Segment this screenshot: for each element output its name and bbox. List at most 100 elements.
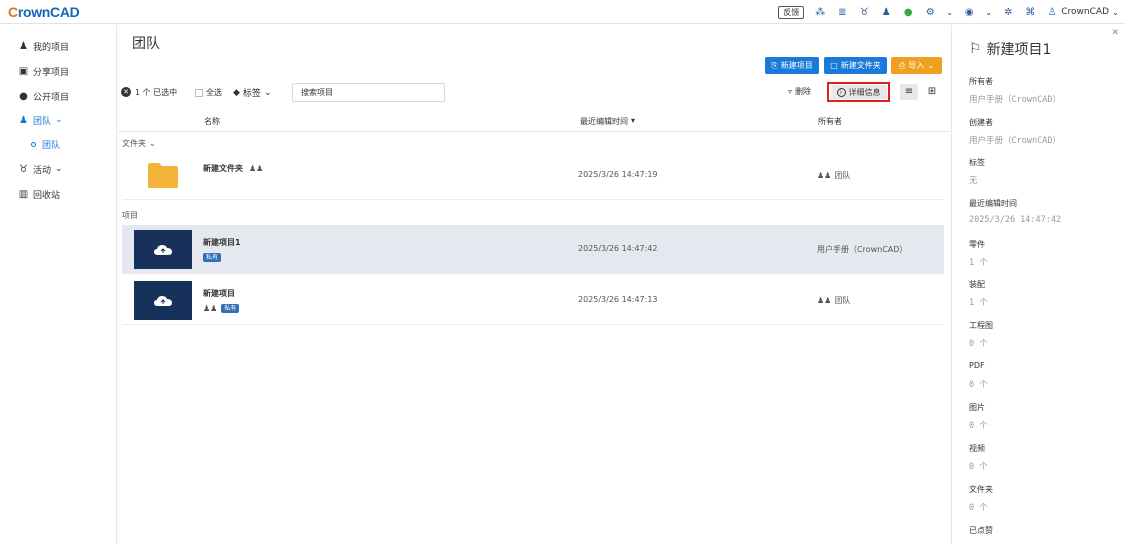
share-icon: ▣ <box>18 65 29 77</box>
grid-view-icon[interactable]: ⊞ <box>925 84 939 100</box>
page-title: 团队 <box>132 36 160 52</box>
globe-icon[interactable]: ◉ <box>963 6 975 18</box>
tag-filter-dropdown[interactable]: ◆ 标签 ⌄ <box>233 86 272 100</box>
table-row[interactable]: 新建项目 ♟♟ 私有 2025/3/26 14:47:13 ♟♟ 团队 <box>122 276 944 325</box>
clear-selection-icon[interactable]: ✕ <box>121 87 131 97</box>
field-label: 最近编辑时间 <box>969 199 1017 208</box>
sort-down-icon: ▾ <box>631 116 636 125</box>
import-button[interactable]: ⎙ 导入 ⌄ <box>891 57 942 74</box>
field-value: 1 个 <box>969 298 988 308</box>
delete-button[interactable]: ▿ 删除 <box>788 86 811 97</box>
main-content: 团队 ⎘ 新建项目 ▢ 新建文件夹 ⎙ 导入 ⌄ ✕ 1 个 已选中 全选 ◆ … <box>118 25 950 544</box>
user-icon: ♙ <box>1047 6 1057 18</box>
sidebar-item-my-projects[interactable]: ♟ 我的项目 <box>18 39 69 53</box>
list-view-icon[interactable]: ≡ <box>900 84 918 100</box>
field-label: PDF <box>969 361 985 370</box>
owner: ♟♟ 团队 <box>817 296 851 305</box>
checkbox-icon <box>195 88 203 97</box>
field-value: 无 <box>969 176 978 186</box>
field-value: 0 个 <box>969 462 988 472</box>
project-name: 新建项目1 <box>203 238 241 247</box>
trophy-icon[interactable]: ♉ <box>858 6 870 18</box>
table-row-selected[interactable]: 新建项目1 私有 2025/3/26 14:47:42 用户手册（CrownCA… <box>122 225 944 274</box>
file-plus-icon: ⎘ <box>771 60 778 70</box>
tag-icon: ◆ <box>233 87 240 98</box>
field-value: 0 个 <box>969 380 988 390</box>
search-input[interactable] <box>292 83 445 102</box>
field-label: 图片 <box>969 403 985 412</box>
project-badges: 私有 <box>203 253 222 262</box>
owner: 用户手册（CrownCAD） <box>817 245 908 254</box>
field-value: 0 个 <box>969 339 988 349</box>
wechat-icon[interactable]: ● <box>902 6 914 18</box>
details-panel: ✕ ⚐ 新建项目1 所有者 用户手册（CrownCAD） 创建者 用户手册（Cr… <box>951 25 1125 544</box>
field-label: 文件夹 <box>969 485 993 494</box>
server-icon[interactable]: ≣ <box>836 6 848 18</box>
team-icon: ♟♟ <box>817 171 832 180</box>
project-thumbnail <box>134 230 192 269</box>
column-name[interactable]: 名称 <box>204 116 220 127</box>
field-value: 1 个 <box>969 258 988 268</box>
close-icon[interactable]: ✕ <box>1111 28 1119 38</box>
team-share-icon: ♟♟ <box>203 304 218 313</box>
field-label: 创建者 <box>969 118 993 127</box>
panel-title: ⚐ 新建项目1 <box>969 41 1052 58</box>
owner: ♟♟ 团队 <box>817 171 851 180</box>
folder-name: 新建文件夹 ♟♟ <box>203 164 264 173</box>
folders-section-toggle[interactable]: 文件夹 ⌄ <box>122 138 156 149</box>
select-all-checkbox[interactable]: 全选 <box>195 87 222 98</box>
sidebar-item-shared-projects[interactable]: ▣ 分享项目 <box>18 64 69 78</box>
person-icon: ♟ <box>19 40 28 52</box>
team-icon: ♟♟ <box>817 296 832 305</box>
projects-section-label: 项目 <box>122 211 138 220</box>
chevron-down-icon: ⌄ <box>55 164 63 174</box>
folder-plus-icon: ▢ <box>830 61 838 70</box>
import-icon: ⎙ <box>898 60 906 70</box>
project-name: 新建项目 <box>203 289 235 298</box>
chevron-down-icon[interactable]: ⌄ <box>985 6 992 18</box>
settings-icon[interactable]: ⚙ <box>924 6 936 18</box>
chevron-down-icon[interactable]: ⌄ <box>946 6 953 18</box>
chevron-down-icon: ⌄ <box>263 87 272 98</box>
field-value: 用户手册（CrownCAD） <box>969 95 1061 105</box>
chevron-down-icon: ⌄ <box>149 139 156 148</box>
network-icon[interactable]: ⁂ <box>814 6 826 18</box>
table-row[interactable]: 新建文件夹 ♟♟ 2025/3/26 14:47:19 ♟♟ 团队 <box>122 151 944 200</box>
field-label: 装配 <box>969 280 985 289</box>
field-label: 已点赞 <box>969 526 993 535</box>
field-label: 零件 <box>969 240 985 249</box>
field-value: 0 个 <box>969 421 988 431</box>
sidebar-item-public-projects[interactable]: ● 公开项目 <box>18 89 69 103</box>
new-folder-button[interactable]: ▢ 新建文件夹 <box>824 57 887 74</box>
sidebar-subitem-team[interactable]: 团队 <box>31 138 60 151</box>
field-value: 2025/3/26 14:47:42 <box>969 215 1062 225</box>
user-menu[interactable]: ♙ CrownCAD ⌄ <box>1046 6 1119 18</box>
new-project-button[interactable]: ⎘ 新建项目 <box>765 57 819 74</box>
modified-time: 2025/3/26 14:47:42 <box>578 244 658 253</box>
gear-icon[interactable]: ✲ <box>1002 6 1014 18</box>
field-label: 所有者 <box>969 77 993 86</box>
sidebar-item-events[interactable]: ♉ 活动 ⌄ <box>18 162 63 176</box>
sidebar-item-recycle-bin[interactable]: ▥ 回收站 <box>18 187 60 201</box>
flag-icon: ⚐ <box>969 41 982 57</box>
details-button[interactable]: i 详细信息 <box>830 85 887 99</box>
details-button-highlight: i 详细信息 <box>827 82 890 102</box>
chevron-down-icon: ⌄ <box>55 115 63 125</box>
column-owner[interactable]: 所有者 <box>818 116 842 127</box>
sidebar-item-team[interactable]: ♟ 团队 ⌄ <box>18 113 63 127</box>
command-icon[interactable]: ⌘ <box>1024 6 1036 18</box>
feedback-button[interactable]: 反馈 <box>778 5 805 19</box>
column-modified[interactable]: 最近编辑时间 ▾ <box>580 116 635 127</box>
crowncad-logo[interactable]: CrownCAD <box>8 4 80 20</box>
field-label: 视频 <box>969 444 985 453</box>
trash-icon: ▥ <box>18 188 29 200</box>
bullet-icon <box>31 142 36 147</box>
user-group-icon[interactable]: ♟ <box>880 6 892 18</box>
chevron-down-icon: ⌄ <box>1112 7 1119 17</box>
modified-time: 2025/3/26 14:47:19 <box>578 170 658 179</box>
project-badges: ♟♟ 私有 <box>203 304 240 313</box>
field-label: 标签 <box>969 158 985 167</box>
globe-icon: ● <box>19 90 28 102</box>
team-icon: ♟ <box>19 114 28 126</box>
chevron-down-icon: ⌄ <box>927 61 935 70</box>
